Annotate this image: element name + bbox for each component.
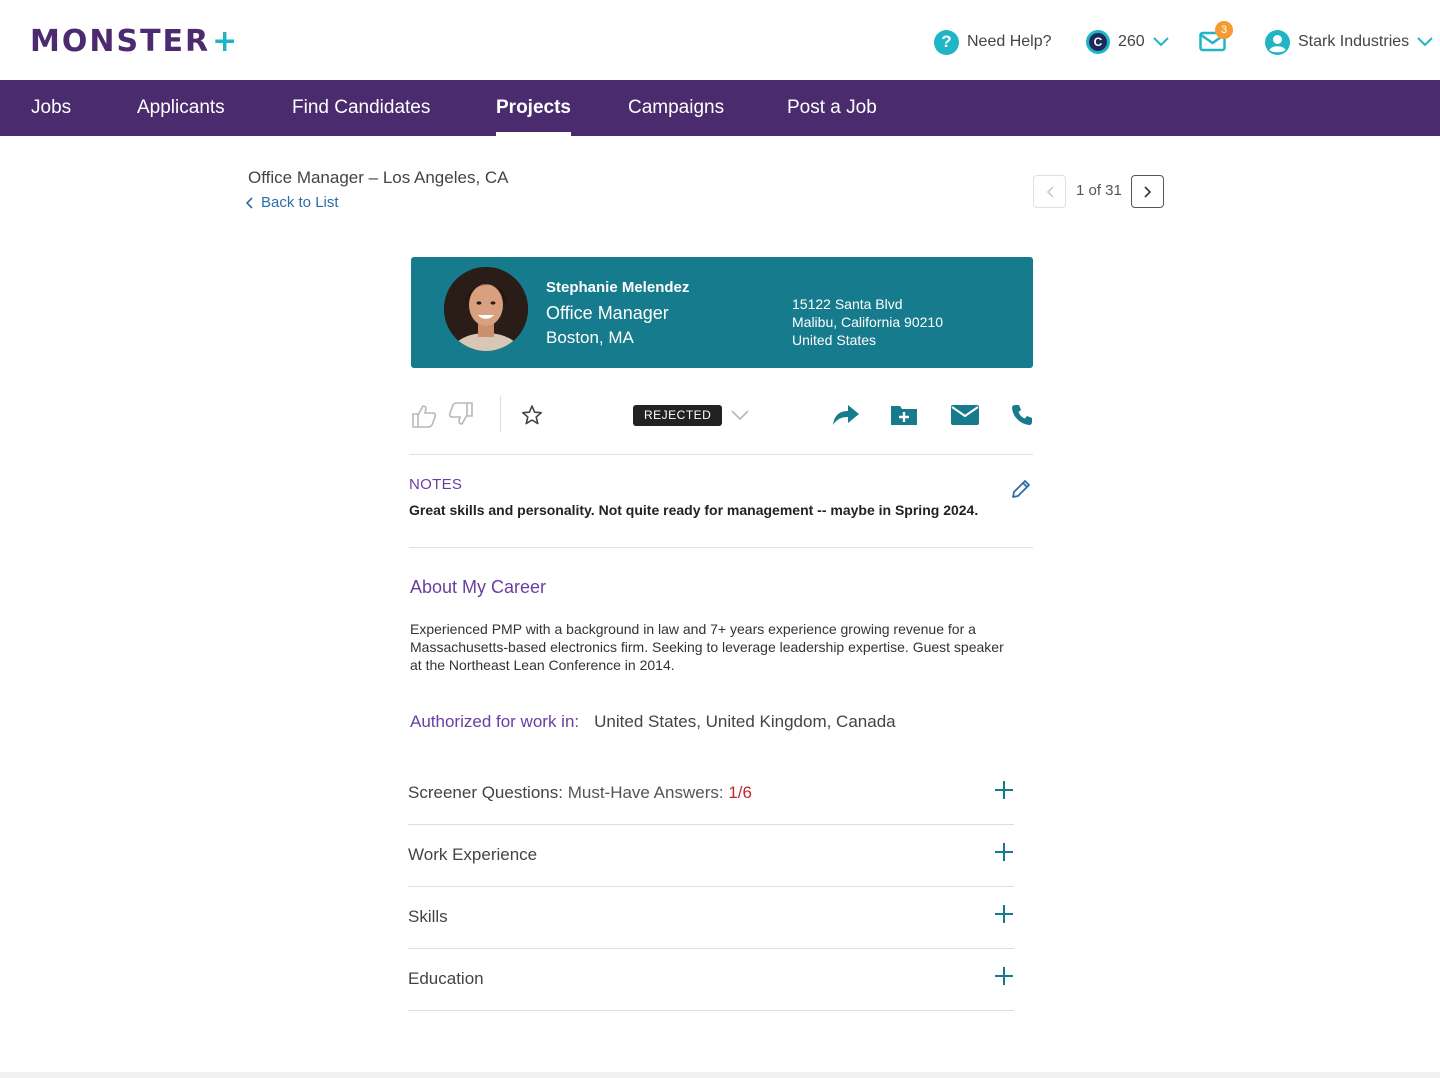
pencil-icon — [1012, 480, 1030, 498]
thumbs-up-button[interactable] — [411, 404, 437, 433]
chevron-down-icon — [1417, 37, 1433, 47]
candidate-name: Stephanie Melendez — [546, 279, 690, 296]
question-icon: ? — [934, 29, 959, 55]
folder-plus-icon — [891, 406, 917, 425]
thumbs-down-button[interactable] — [448, 402, 474, 431]
share-arrow-icon — [833, 405, 859, 425]
need-help-label: Need Help? — [967, 33, 1052, 50]
candidate-location: Boston, MA — [546, 328, 634, 347]
candidate-address: 15122 Santa Blvd Malibu, California 9021… — [792, 295, 943, 349]
screener-questions-title: Screener Questions: Must-Have Answers: 1… — [408, 783, 752, 803]
candidate-card: Stephanie Melendez Office Manager Boston… — [411, 257, 1033, 368]
skills-title: Skills — [408, 907, 448, 926]
candidate-role: Office Manager — [546, 303, 669, 323]
thumbs-up-icon — [412, 405, 437, 428]
footer-band — [0, 1072, 1440, 1078]
edit-notes-button[interactable] — [1010, 478, 1032, 505]
monster-logo[interactable]: MONSTER+ — [30, 24, 239, 60]
chevron-down-icon — [1152, 37, 1169, 47]
notes-heading: NOTES — [409, 476, 463, 493]
nav-projects[interactable]: Projects — [496, 80, 571, 136]
about-career-text: Experienced PMP with a background in law… — [410, 621, 1004, 673]
skills-section[interactable]: Skills — [408, 887, 1014, 949]
messages-button[interactable]: 3 — [1199, 21, 1233, 54]
about-career-heading: About My Career — [410, 577, 547, 597]
must-have-score: 1/6 — [728, 783, 752, 802]
job-title: Office Manager – Los Angeles, CA — [248, 168, 509, 187]
work-authorization-value: United States, United Kingdom, Canada — [594, 712, 896, 731]
action-divider — [500, 396, 501, 432]
top-header: MONSTER+ ? Need Help? C 260 3 Stark Indu… — [0, 0, 1440, 80]
candidate-actions: REJECTED — [408, 396, 1034, 436]
screener-label: Screener Questions: — [408, 783, 563, 802]
need-help-link[interactable]: ? Need Help? — [934, 28, 1052, 56]
phone-icon — [1012, 405, 1032, 425]
nav-campaigns[interactable]: Campaigns — [628, 80, 724, 136]
screener-questions-section[interactable]: Screener Questions: Must-Have Answers: 1… — [408, 763, 1014, 825]
candidate-photo — [444, 267, 528, 351]
plus-icon — [995, 843, 1013, 861]
add-to-folder-button[interactable] — [890, 403, 918, 432]
nav-post-a-job[interactable]: Post a Job — [787, 80, 877, 136]
back-to-list-label: Back to List — [261, 194, 339, 211]
notes-text: Great skills and personality. Not quite … — [409, 502, 979, 518]
chevron-right-icon — [1143, 185, 1151, 198]
address-line-3: United States — [792, 332, 877, 348]
user-avatar-icon — [1265, 29, 1290, 55]
nav-applicants[interactable]: Applicants — [137, 80, 225, 136]
education-title: Education — [408, 969, 484, 988]
chevron-down-icon — [731, 410, 749, 421]
forward-button[interactable] — [832, 403, 860, 432]
plus-icon — [995, 781, 1013, 799]
work-authorization: Authorized for work in: United States, U… — [410, 712, 896, 732]
notification-badge: 3 — [1215, 21, 1233, 39]
education-section[interactable]: Education — [408, 949, 1014, 1011]
work-experience-section[interactable]: Work Experience — [408, 825, 1014, 887]
chevron-left-icon — [245, 196, 253, 209]
credits-dropdown[interactable]: C 260 — [1086, 28, 1169, 56]
chevron-left-icon — [1046, 185, 1054, 198]
envelope-icon — [951, 405, 979, 425]
account-name: Stark Industries — [1298, 33, 1410, 50]
status-dropdown-toggle[interactable] — [731, 408, 749, 426]
address-line-1: 15122 Santa Blvd — [792, 296, 903, 312]
previous-candidate-button[interactable] — [1033, 175, 1066, 208]
work-authorization-label: Authorized for work in: — [410, 712, 580, 731]
nav-find-candidates[interactable]: Find Candidates — [292, 80, 430, 136]
plus-icon — [995, 967, 1013, 985]
favorite-button[interactable] — [521, 404, 543, 431]
address-line-2: Malibu, California 90210 — [792, 314, 943, 330]
divider — [409, 454, 1033, 455]
must-have-label: Must-Have Answers: — [567, 783, 724, 802]
main-nav: Jobs Applicants Find Candidates Projects… — [0, 80, 1440, 136]
email-button[interactable] — [951, 405, 979, 430]
status-badge[interactable]: REJECTED — [633, 405, 723, 426]
divider — [409, 547, 1033, 548]
back-to-list-link[interactable]: Back to List — [245, 194, 339, 211]
pager-count: 1 of 31 — [1076, 182, 1122, 199]
plus-icon — [995, 905, 1013, 923]
account-dropdown[interactable]: Stark Industries — [1265, 28, 1433, 56]
next-candidate-button[interactable] — [1131, 175, 1164, 208]
thumbs-down-icon — [448, 402, 473, 425]
credits-value: 260 — [1118, 33, 1145, 50]
work-experience-title: Work Experience — [408, 845, 538, 864]
call-button[interactable] — [1011, 404, 1033, 431]
credit-coin-icon: C — [1086, 30, 1110, 54]
star-icon — [521, 405, 543, 425]
nav-jobs[interactable]: Jobs — [31, 80, 71, 136]
